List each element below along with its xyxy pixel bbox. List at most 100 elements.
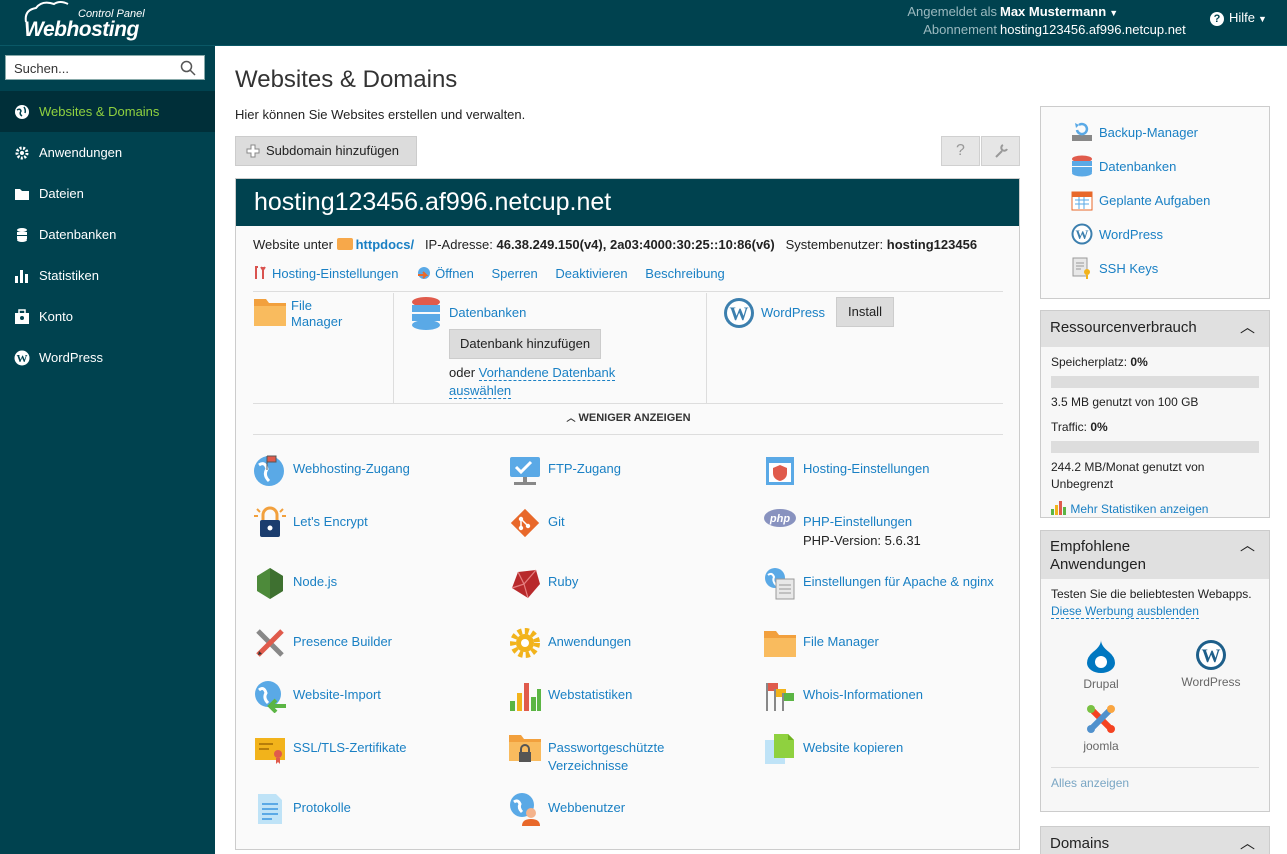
user-name: Max Mustermann [1000,4,1107,19]
tool-label: Protokolle [293,800,351,815]
scheduled-tasks-link[interactable]: Geplante Aufgaben [1071,191,1261,213]
wordpress-install-button[interactable]: Install [836,297,894,327]
gear-icon [510,628,540,658]
wordpress-icon: W [1071,223,1093,245]
folder-icon [254,299,286,326]
user-info: Angemeldet als Max Mustermann ▼ Abonnemen… [880,3,1200,39]
existing-db-text: oder Vorhandene Datenbank auswählen [449,364,649,400]
plus-icon [246,144,260,158]
tool-nodejs[interactable]: Node.js [253,566,493,606]
sidebar-item-label: Statistiken [39,268,99,283]
tool-php-einstellungen[interactable]: php PHP-Einstellungen PHP-Version: 5.6.3… [763,506,1003,548]
file-manager-link[interactable]: File Manager [291,298,361,330]
tool-presence-builder[interactable]: Presence Builder [253,626,493,666]
sidebar-item-statistiken[interactable]: Statistiken [0,255,215,296]
more-stats-link[interactable]: Mehr Statistiken anzeigen [1051,501,1259,516]
add-subdomain-button[interactable]: Subdomain hinzufügen [235,136,417,166]
tool-label: PHP-Einstellungen [803,514,913,529]
chevron-up-icon: ︿ [1239,319,1255,336]
apps-description: Testen Sie die beliebtesten Webapps. [1051,587,1252,601]
open-link[interactable]: Öffnen [435,266,474,281]
domain-title[interactable]: hosting123456.af996.netcup.net [236,179,1019,226]
help-button[interactable]: ? [941,136,980,166]
globe-flag-icon [254,455,284,486]
tool-anwendungen[interactable]: Anwendungen [508,626,748,666]
tool-label: Passwortgeschützte Verzeichnisse [548,740,665,773]
joomla-icon [1087,705,1115,733]
backup-manager-link[interactable]: Backup-Manager [1071,122,1261,145]
tool-git[interactable]: Git [508,506,748,546]
tool-ruby[interactable]: Ruby [508,566,748,606]
wordpress-block: W WordPress Install [723,293,1003,403]
apps-panel-header[interactable]: Empfohlene Anwendungen ︿ [1041,531,1269,579]
sidebar-item-wordpress[interactable]: W WordPress [0,337,215,378]
tool-label: Website kopieren [803,740,904,755]
tool-label: Let's Encrypt [293,514,368,529]
ssh-keys-link[interactable]: SSH Keys [1071,257,1261,281]
search-input[interactable]: Suchen... [5,55,205,80]
link-label: Datenbanken [1099,159,1177,174]
tool-webhosting-zugang[interactable]: Webhosting-Zugang [253,453,493,493]
database-icon [17,228,27,242]
app-joomla[interactable]: joomla [1071,703,1131,755]
hosting-settings-link[interactable]: Hosting-Einstellungen [272,266,398,281]
docroot-link[interactable]: httpdocs/ [356,237,415,252]
tool-ssl-zertifikate[interactable]: SSL/TLS-Zertifikate [253,732,493,772]
import-icon [255,681,286,713]
user-menu[interactable]: Max Mustermann ▼ [1000,3,1118,22]
domains-panel-header[interactable]: Domains ︿ [1041,827,1269,854]
wordpress-link[interactable]: W WordPress [1071,223,1261,247]
or-text: oder [449,365,476,380]
tool-webstatistiken[interactable]: Webstatistiken [508,679,748,719]
tool-label: Webbenutzer [548,800,626,815]
help-menu[interactable]: ? Hilfe ▼ [1210,10,1267,26]
sidebar-item-dateien[interactable]: Dateien [0,173,215,214]
description-link[interactable]: Beschreibung [645,266,725,281]
tool-apache-nginx[interactable]: Einstellungen für Apache & nginx [763,566,1003,606]
tool-ftp-zugang[interactable]: FTP-Zugang [508,453,748,493]
tool-label: Presence Builder [293,634,392,649]
sidebar-item-websites-domains[interactable]: Websites & Domains [0,91,215,132]
svg-text:php: php [769,513,790,525]
tool-website-import[interactable]: Website-Import [253,679,493,719]
resources-panel-header[interactable]: Ressourcenverbrauch ︿ [1041,311,1269,347]
deactivate-link[interactable]: Deaktivieren [555,266,627,281]
tool-lets-encrypt[interactable]: Let's Encrypt [253,506,493,546]
tool-label: Ruby [548,574,579,589]
tool-file-manager[interactable]: File Manager [763,626,1003,666]
subscription-name[interactable]: hosting123456.af996.netcup.net [1000,21,1186,39]
link-label: Backup-Manager [1099,125,1198,140]
app-wordpress[interactable]: W WordPress [1171,639,1251,691]
suspend-link[interactable]: Sperren [492,266,538,281]
tool-website-kopieren[interactable]: Website kopieren [763,732,1003,772]
storage-row: Speicherplatz: 0% [1051,354,1259,371]
tool-webbenutzer[interactable]: Webbenutzer [508,792,748,832]
bar-chart-icon [1051,501,1066,515]
tool-protokolle[interactable]: Protokolle [253,792,493,832]
app-drupal[interactable]: Drupal [1071,639,1131,693]
add-database-button[interactable]: Datenbank hinzufügen [449,329,602,359]
sidebar-item-datenbanken[interactable]: Datenbanken [0,214,215,255]
link-label: SSH Keys [1099,261,1159,276]
tool-hosting-einstellungen[interactable]: Hosting-Einstellungen [763,453,1003,493]
show-less-toggle[interactable]: ︿ WENIGER ANZEIGEN [236,411,1021,424]
sidebar-item-konto[interactable]: Konto [0,296,215,337]
hide-ad-link[interactable]: Diese Werbung ausblenden [1051,604,1199,619]
database-icon [1072,155,1092,177]
domain-links: Hosting-Einstellungen Öffnen Sperren Dea… [253,265,739,281]
hosting-settings-icon [255,266,266,279]
wordpress-link[interactable]: WordPress [761,305,825,320]
tool-passwortgeschuetzte-verzeichnisse[interactable]: Passwortgeschützte Verzeichnisse [508,732,748,773]
databases-link[interactable]: Datenbanken [1071,155,1261,179]
ftp-icon [510,457,540,485]
sidebar-item-anwendungen[interactable]: Anwendungen [0,132,215,173]
show-all-link[interactable]: Alles anzeigen [1051,776,1129,790]
webhosting-logo[interactable]: Control Panel Webhosting [20,0,160,44]
sidebar-nav: Websites & Domains Anwendungen Dateien D… [0,91,215,378]
link-label: WordPress [1099,227,1164,242]
search-icon[interactable] [180,60,196,76]
folder-icon [764,631,796,657]
tool-whois[interactable]: Whois-Informationen [763,679,1003,719]
settings-button[interactable] [981,136,1020,166]
databases-link[interactable]: Datenbanken [449,305,526,320]
